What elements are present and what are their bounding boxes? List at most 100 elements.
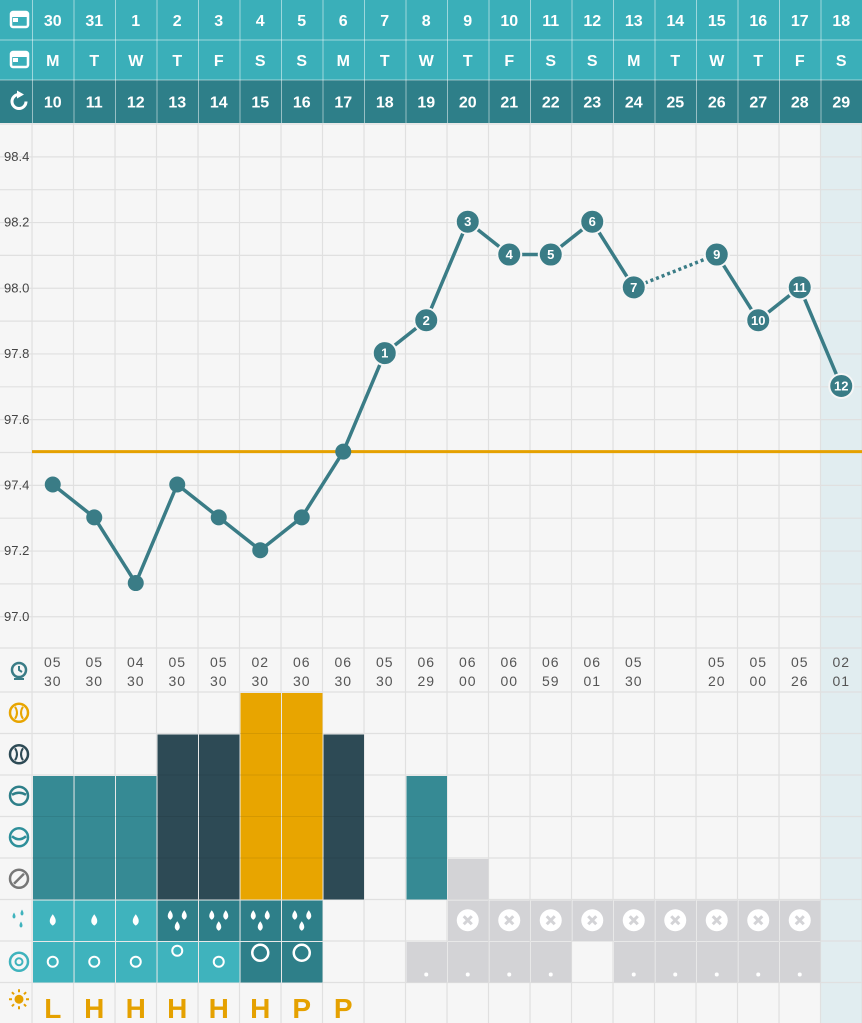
temperature-point[interactable]: 11 <box>786 274 813 301</box>
temperature-point[interactable]: 10 <box>745 307 772 334</box>
flow-cell[interactable] <box>282 900 323 942</box>
time-minute: 00 <box>500 673 518 689</box>
flow-cell[interactable] <box>199 900 240 942</box>
point-marker[interactable] <box>127 575 144 592</box>
close-icon <box>705 909 728 932</box>
header-cycle-day: 14 <box>210 95 228 112</box>
header-weekday: M <box>337 53 350 70</box>
close-icon <box>456 909 479 932</box>
cervix-cell[interactable] <box>33 942 74 983</box>
fertility-chart: 30 31 1 2 3 4 5 6 7 8 9 10 11 12 13 14 15 16 17 18M T W T F S S M T… <box>0 0 862 1023</box>
point-marker[interactable] <box>44 476 61 493</box>
time-minute: 20 <box>708 673 726 689</box>
header-cycle-day: 23 <box>583 95 601 112</box>
temperature-point[interactable] <box>44 476 61 493</box>
time-minute: 30 <box>376 673 394 689</box>
point-marker[interactable] <box>293 509 310 526</box>
time-minute: 30 <box>334 673 352 689</box>
time-minute: 00 <box>459 673 477 689</box>
time-minute: 00 <box>749 673 767 689</box>
temperature-point[interactable]: 9 <box>703 241 730 268</box>
header-weekday: M <box>46 53 59 70</box>
header-date: 16 <box>749 13 767 30</box>
point-marker[interactable] <box>210 509 227 526</box>
time-hour: 06 <box>583 654 601 670</box>
temperature-point[interactable]: 1 <box>371 340 398 367</box>
point-label: 4 <box>506 247 514 262</box>
temperature-point[interactable] <box>210 509 227 526</box>
cervix-cell[interactable] <box>199 942 240 983</box>
header-date: 11 <box>542 13 559 30</box>
close-icon <box>498 909 521 932</box>
y-tick-label: 97.8 <box>4 346 29 361</box>
calendar-day <box>13 58 18 62</box>
header-row-bg <box>0 0 862 40</box>
header-cycle-day: 25 <box>666 95 684 112</box>
cervix-cell[interactable] <box>157 942 199 983</box>
point-marker[interactable] <box>86 509 103 526</box>
close-icon <box>788 909 811 932</box>
close-icon <box>747 909 770 932</box>
header-weekday: S <box>545 53 556 70</box>
time-minute: 30 <box>251 673 269 689</box>
opk-result: L <box>44 993 61 1023</box>
time-minute: 30 <box>293 673 311 689</box>
time-hour: 06 <box>542 654 560 670</box>
cervix-cell[interactable] <box>116 942 157 983</box>
cervix-dot <box>548 972 553 977</box>
header-weekday: S <box>255 53 266 70</box>
header-date: 5 <box>297 13 306 30</box>
point-marker[interactable] <box>335 443 352 460</box>
header-date: 13 <box>625 13 643 30</box>
time-hour: 05 <box>210 654 228 670</box>
mucus-block <box>240 693 281 900</box>
header-cycle-day: 10 <box>44 95 62 112</box>
opk-result: H <box>167 993 187 1023</box>
cervix-dot <box>797 972 802 977</box>
header-date: 3 <box>214 13 223 30</box>
opk-result: H <box>209 993 229 1023</box>
temperature-point[interactable] <box>293 509 310 526</box>
temperature-point[interactable] <box>252 542 269 559</box>
opk-result: H <box>126 993 146 1023</box>
cervix-cell[interactable] <box>74 942 116 983</box>
header-date: 18 <box>832 13 850 30</box>
mucus-block <box>282 693 323 900</box>
point-label: 6 <box>589 214 596 229</box>
header-weekday: S <box>587 53 598 70</box>
temperature-point[interactable]: 4 <box>496 241 523 268</box>
temperature-point[interactable]: 12 <box>828 372 855 399</box>
y-tick-label: 97.6 <box>4 412 29 427</box>
header-cycle-day: 17 <box>334 95 352 112</box>
temperature-point[interactable]: 7 <box>620 274 647 301</box>
temperature-point[interactable]: 5 <box>537 241 564 268</box>
temperature-point[interactable]: 2 <box>413 307 440 334</box>
time-minute: 59 <box>542 673 560 689</box>
opk-result: P <box>334 993 353 1023</box>
header-date: 8 <box>422 13 431 30</box>
cervix-dot <box>465 972 470 977</box>
temperature-point[interactable]: 3 <box>454 208 481 235</box>
point-label: 1 <box>381 346 388 361</box>
flow-cell[interactable] <box>240 900 282 942</box>
time-minute: 01 <box>583 673 601 689</box>
point-label: 9 <box>713 247 720 262</box>
temperature-point[interactable] <box>86 509 103 526</box>
time-minute: 26 <box>791 673 809 689</box>
flow-cell[interactable] <box>157 900 199 942</box>
temperature-point[interactable] <box>335 443 352 460</box>
point-marker[interactable] <box>169 476 186 493</box>
temperature-point[interactable]: 6 <box>579 208 606 235</box>
point-marker[interactable] <box>252 542 269 559</box>
temperature-point[interactable] <box>169 476 186 493</box>
header-weekday: T <box>753 53 763 70</box>
header-date: 12 <box>583 13 601 30</box>
today-column-highlight <box>820 123 862 1023</box>
cervix-cell[interactable] <box>240 942 282 983</box>
header-date: 14 <box>666 13 684 30</box>
cervix-cell[interactable] <box>282 942 323 983</box>
cervix-dot <box>756 972 761 977</box>
time-hour: 05 <box>44 654 62 670</box>
point-label: 12 <box>834 378 848 393</box>
temperature-point[interactable] <box>127 575 144 592</box>
